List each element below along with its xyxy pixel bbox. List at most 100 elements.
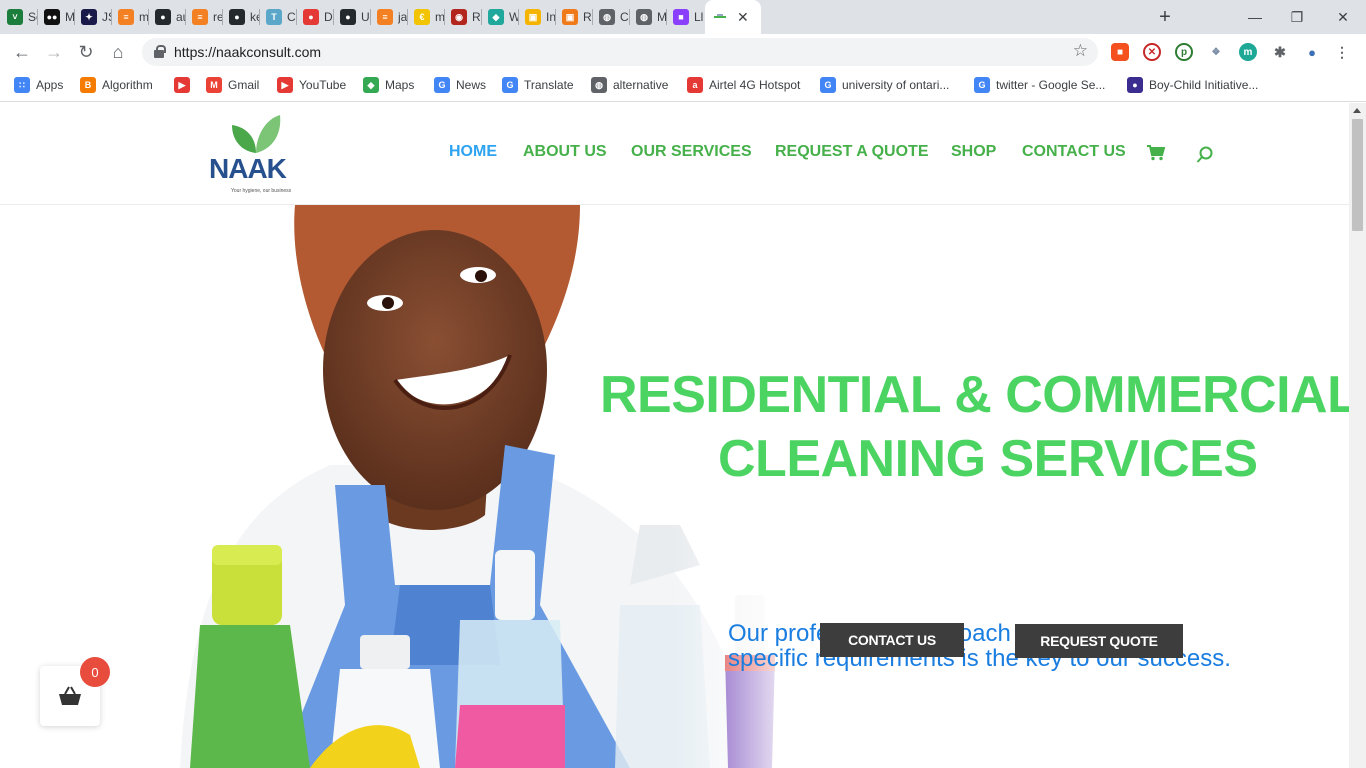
bookmark-item[interactable]: ▶ YouTube <box>277 77 346 93</box>
bookmark-item[interactable]: ◍ alternative <box>591 77 668 93</box>
url-text[interactable]: https://naakconsult.com <box>174 44 321 60</box>
tab-favicon-icon: ▣ <box>525 9 541 25</box>
bookmark-favicon-icon: G <box>434 77 450 93</box>
tab-title: my <box>139 10 148 24</box>
browser-tab[interactable]: ● kel <box>222 0 259 34</box>
bookmark-label: Boy-Child Initiative... <box>1149 78 1259 92</box>
bookmark-item[interactable]: B Algorithm <box>80 77 153 93</box>
browser-tab[interactable]: ◆ We <box>481 0 518 34</box>
bookmark-favicon-icon: a <box>687 77 703 93</box>
browser-tab[interactable]: ◍ Mk <box>629 0 666 34</box>
bookmark-item[interactable]: G Translate <box>502 77 574 93</box>
blocker-extension-icon[interactable]: ✕ <box>1143 43 1161 61</box>
tab-title: reg <box>213 10 222 24</box>
nav-shop[interactable]: SHOP <box>951 143 996 161</box>
menu-icon[interactable]: ⋮ <box>1333 43 1351 61</box>
back-icon[interactable]: ← <box>10 40 34 64</box>
extensions-puzzle-icon[interactable]: ✱ <box>1271 43 1289 61</box>
bookmark-label: Airtel 4G Hotspot <box>709 78 801 92</box>
tab-title: Cu <box>620 10 629 24</box>
bookmark-item[interactable]: Guniversity of ontari... <box>820 77 949 93</box>
home-icon[interactable]: ⌂ <box>106 40 130 64</box>
browser-tab[interactable]: ● Up <box>333 0 370 34</box>
forward-icon[interactable]: → <box>42 40 66 64</box>
active-tab[interactable]: ✕ <box>705 0 761 34</box>
logo-wordmark: NAAK <box>209 153 287 184</box>
bookmark-item[interactable]: ▶ <box>174 77 196 93</box>
bookmark-favicon-icon: ◆ <box>363 77 379 93</box>
tab-favicon-icon: ◉ <box>451 9 467 25</box>
browser-tab[interactable]: ▣ Ins <box>518 0 555 34</box>
tab-list: ˅ Set ●● Me ✦ JSC ≡ my ● aut ≡ reg ● kel T Co ● De ● Up ≡ jav… <box>0 0 761 34</box>
bookmark-item[interactable]: ∷ Apps <box>14 77 63 93</box>
dropbox-icon[interactable]: ❖ <box>1207 43 1225 61</box>
tab-title: kel <box>250 10 259 24</box>
nav-about-us[interactable]: ABOUT US <box>523 143 607 161</box>
tab-title: Ins <box>546 10 555 24</box>
bookmark-favicon-icon: M <box>206 77 222 93</box>
browser-tab[interactable]: ▣ Ro <box>555 0 592 34</box>
bookmark-favicon-icon: ▶ <box>277 77 293 93</box>
page-scrollbar[interactable] <box>1349 103 1366 768</box>
tab-strip: ˅ Set ●● Me ✦ JSC ≡ my ● aut ≡ reg ● kel T Co ● De ● Up ≡ jav… <box>0 0 1366 34</box>
cart-icon[interactable] <box>1147 145 1165 161</box>
request-quote-button[interactable]: REQUEST QUOTE <box>1015 624 1183 658</box>
tab-favicon-icon: ● <box>303 9 319 25</box>
search-icon[interactable] <box>1196 146 1214 164</box>
close-tab-icon[interactable]: ✕ <box>737 9 749 26</box>
bookmark-item[interactable]: M Gmail <box>206 77 259 93</box>
scrollbar-thumb[interactable] <box>1352 119 1363 231</box>
nav-request-a-quote[interactable]: REQUEST A QUOTE <box>775 143 929 161</box>
scroll-up-arrow[interactable] <box>1353 108 1361 113</box>
nav-contact-us[interactable]: CONTACT US <box>1022 143 1126 161</box>
browser-tab[interactable]: ● aut <box>148 0 185 34</box>
tab-favicon-icon: ≡ <box>118 9 134 25</box>
browser-tab[interactable]: ≡ reg <box>185 0 222 34</box>
bookmark-item[interactable]: Gtwitter - Google Se... <box>974 77 1105 93</box>
extension-icon[interactable]: p <box>1175 43 1193 61</box>
bookmark-item[interactable]: ◆ Maps <box>363 77 414 93</box>
tab-favicon-icon: ◍ <box>599 9 615 25</box>
profile-icon[interactable]: ● <box>1303 43 1321 61</box>
browser-tab[interactable]: ◍ Cu <box>592 0 629 34</box>
tab-title: Me <box>65 10 74 24</box>
browser-tab[interactable]: ● De <box>296 0 333 34</box>
browser-tab[interactable]: ●● Me <box>37 0 74 34</box>
contact-us-button[interactable]: CONTACT US <box>820 623 964 657</box>
nav-our-services[interactable]: OUR SERVICES <box>631 143 752 161</box>
browser-tab[interactable]: ≡ my <box>111 0 148 34</box>
close-window-button[interactable]: ✕ <box>1320 0 1366 34</box>
browser-tab[interactable]: ■ Llo <box>666 0 703 34</box>
bookmark-star-icon[interactable]: ☆ <box>1073 41 1088 61</box>
browser-tab[interactable]: T Co <box>259 0 296 34</box>
new-tab-button[interactable]: + <box>1153 5 1177 29</box>
browser-tab[interactable]: ˅ Set <box>0 0 37 34</box>
bookmark-favicon-icon: ∷ <box>14 77 30 93</box>
browser-tab[interactable]: ◉ Re <box>444 0 481 34</box>
tab-favicon-icon: ≡ <box>377 9 393 25</box>
tab-favicon-icon: ● <box>340 9 356 25</box>
tab-favicon-icon: ■ <box>673 9 689 25</box>
browser-tab[interactable]: ≡ jav <box>370 0 407 34</box>
browser-tab[interactable]: € ma <box>407 0 444 34</box>
address-bar[interactable]: https://naakconsult.com ☆ <box>142 38 1098 66</box>
tab-title: Mk <box>657 10 666 24</box>
bookmark-item[interactable]: ● Boy-Child Initiative... <box>1127 77 1258 93</box>
tab-title: We <box>509 10 518 24</box>
nav-home[interactable]: HOME <box>449 143 497 161</box>
bookmark-favicon-icon: G <box>502 77 518 93</box>
extension-icon[interactable]: m <box>1239 43 1257 61</box>
minimize-button[interactable]: — <box>1232 0 1278 34</box>
site-logo[interactable]: NAAK Your hygiene, our business <box>206 113 298 194</box>
tab-favicon-icon: ≡ <box>192 9 208 25</box>
tab-favicon-icon: ✦ <box>81 9 97 25</box>
bookmark-favicon-icon: G <box>820 77 836 93</box>
bookmark-item[interactable]: a Airtel 4G Hotspot <box>687 77 800 93</box>
basket-icon <box>59 686 81 705</box>
bookmark-item[interactable]: G News <box>434 77 486 93</box>
tab-favicon-icon: ●● <box>44 9 60 25</box>
reload-icon[interactable]: ↻ <box>74 40 98 64</box>
browser-tab[interactable]: ✦ JSC <box>74 0 111 34</box>
extension-icon[interactable]: ■ <box>1111 43 1129 61</box>
restore-button[interactable]: ❐ <box>1274 0 1320 34</box>
